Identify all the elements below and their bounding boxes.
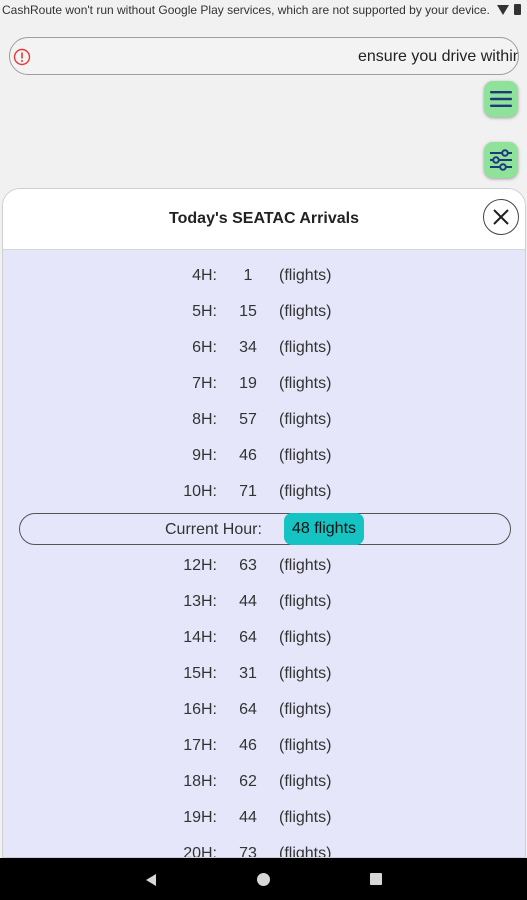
flight-unit: (flights) [279,483,332,500]
hour-label: 8H: [192,411,217,428]
hour-row: 13H: 44 (flights) [3,587,525,617]
flight-count: 44 [239,809,257,826]
status-icons [497,4,521,15]
hour-label: 13H: [183,593,217,610]
home-circle-icon[interactable] [257,873,270,886]
notice-banner[interactable]: ensure you drive within [9,37,519,75]
hour-label: 16H: [183,701,217,718]
hour-row: 18H: 62 (flights) [3,767,525,797]
system-nav-bar [0,858,527,900]
current-hour-badge: 48 flights [284,513,364,545]
hour-label: 7H: [192,375,217,392]
flight-unit: (flights) [279,665,332,682]
hamburger-menu-icon [490,91,512,107]
info-icon [13,48,31,66]
hour-label: 15H: [183,665,217,682]
hour-label: 10H: [183,483,217,500]
close-icon [493,209,509,225]
flight-unit: (flights) [279,593,332,610]
flight-unit: (flights) [279,447,332,464]
hour-row: 16H: 64 (flights) [3,695,525,725]
hour-row: 17H: 46 (flights) [3,731,525,761]
flight-unit: (flights) [279,773,332,790]
back-triangle-icon[interactable] [146,874,156,886]
filter-button[interactable] [484,142,518,178]
flight-count: 15 [239,303,257,320]
hour-label: 9H: [192,447,217,464]
current-hour-label: Current Hour: [165,521,262,538]
notice-text: ensure you drive within [358,48,519,65]
sheet-title: Today's SEATAC Arrivals [169,210,359,227]
wifi-icon [497,4,509,15]
flight-count: 46 [239,737,257,754]
hour-label: 14H: [183,629,217,646]
flight-unit: (flights) [279,737,332,754]
hour-row: 10H: 71 (flights) [3,477,525,507]
hour-label: 20H: [183,845,217,858]
hour-row: 8H: 57 (flights) [3,405,525,435]
hour-label: 17H: [183,737,217,754]
flight-count: 64 [239,629,257,646]
arrivals-list[interactable]: 4H: 1 (flights) 5H: 15 (flights) 6H: 34 … [3,250,525,858]
status-bar: CashRoute won't run without Google Play … [0,0,527,22]
flight-unit: (flights) [279,845,332,858]
flight-unit: (flights) [279,629,332,646]
recents-square-icon[interactable] [370,873,382,885]
flight-unit: (flights) [279,557,332,574]
hour-row: 4H: 1 (flights) [3,261,525,291]
hour-label: 4H: [192,267,217,284]
flight-unit: (flights) [279,375,332,392]
hour-row: 6H: 34 (flights) [3,333,525,363]
flight-unit: (flights) [279,267,332,284]
current-hour-row: Current Hour: 48 flights [19,513,511,545]
flight-count: 73 [239,845,257,858]
hour-label: 12H: [183,557,217,574]
sliders-filter-icon [490,149,512,171]
flight-count: 57 [239,411,257,428]
flight-count: 64 [239,701,257,718]
flight-unit: (flights) [279,809,332,826]
arrivals-sheet: Today's SEATAC Arrivals 4H: 1 (flights) … [2,188,526,858]
flight-count: 1 [243,267,253,284]
flight-unit: (flights) [279,701,332,718]
flight-unit: (flights) [279,411,332,428]
hour-row: 9H: 46 (flights) [3,441,525,471]
sheet-header: Today's SEATAC Arrivals [3,189,525,250]
close-button[interactable] [483,199,519,235]
flight-count: 46 [239,447,257,464]
status-bar-text: CashRoute won't run without Google Play … [2,3,490,17]
flight-unit: (flights) [279,303,332,320]
flight-unit: (flights) [279,339,332,356]
hour-row: 20H: 73 (flights) [3,839,525,858]
flight-count: 63 [239,557,257,574]
hour-row: 12H: 63 (flights) [3,551,525,581]
hour-row: 14H: 64 (flights) [3,623,525,653]
battery-icon [514,4,521,15]
hour-label: 18H: [183,773,217,790]
hour-label: 6H: [192,339,217,356]
flight-count: 31 [239,665,257,682]
flight-count: 62 [239,773,257,790]
hour-label: 19H: [183,809,217,826]
hour-row: 7H: 19 (flights) [3,369,525,399]
hour-row: 19H: 44 (flights) [3,803,525,833]
hour-row: 5H: 15 (flights) [3,297,525,327]
flight-count: 71 [239,483,257,500]
flight-count: 19 [239,375,257,392]
menu-button[interactable] [484,81,518,117]
hour-label: 5H: [192,303,217,320]
hour-row: 15H: 31 (flights) [3,659,525,689]
flight-count: 44 [239,593,257,610]
flight-count: 34 [239,339,257,356]
